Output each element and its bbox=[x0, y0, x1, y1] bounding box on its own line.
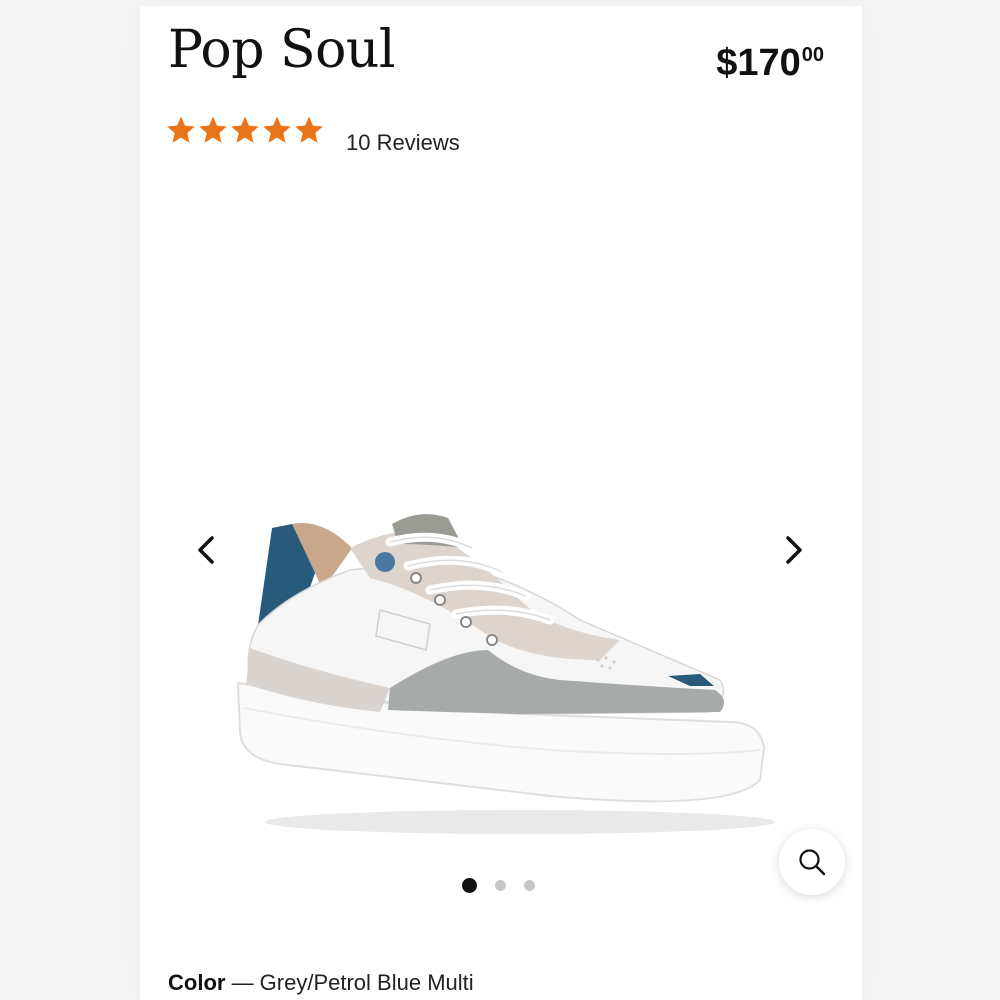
product-image bbox=[236, 514, 775, 834]
product-price: $17000 bbox=[716, 44, 824, 82]
zoom-button[interactable] bbox=[779, 829, 845, 895]
search-icon bbox=[799, 849, 826, 876]
gallery-pagination bbox=[462, 878, 535, 893]
pagination-dot[interactable] bbox=[524, 880, 535, 891]
reviews-link[interactable]: 10 Reviews bbox=[346, 130, 460, 156]
star-icon bbox=[263, 116, 291, 143]
product-page: Pop Soul $17000 10 Reviews Color — Grey/… bbox=[0, 0, 1000, 1000]
color-label: Color bbox=[168, 970, 226, 995]
star-icon bbox=[167, 116, 195, 143]
chevron-right-icon bbox=[786, 536, 802, 564]
pagination-dot[interactable] bbox=[495, 880, 506, 891]
rating-stars[interactable] bbox=[166, 115, 324, 145]
color-selection: Color — Grey/Petrol Blue Multi bbox=[168, 970, 474, 996]
star-icon bbox=[231, 116, 259, 143]
price-cents: 00 bbox=[801, 44, 824, 66]
color-value: — Grey/Petrol Blue Multi bbox=[225, 970, 474, 995]
pagination-dot[interactable] bbox=[462, 878, 477, 893]
price-main: $170 bbox=[716, 42, 801, 84]
star-icon bbox=[199, 116, 227, 143]
gallery-next-button[interactable] bbox=[774, 530, 814, 570]
product-title: Pop Soul bbox=[168, 20, 396, 80]
star-icon bbox=[295, 116, 323, 143]
